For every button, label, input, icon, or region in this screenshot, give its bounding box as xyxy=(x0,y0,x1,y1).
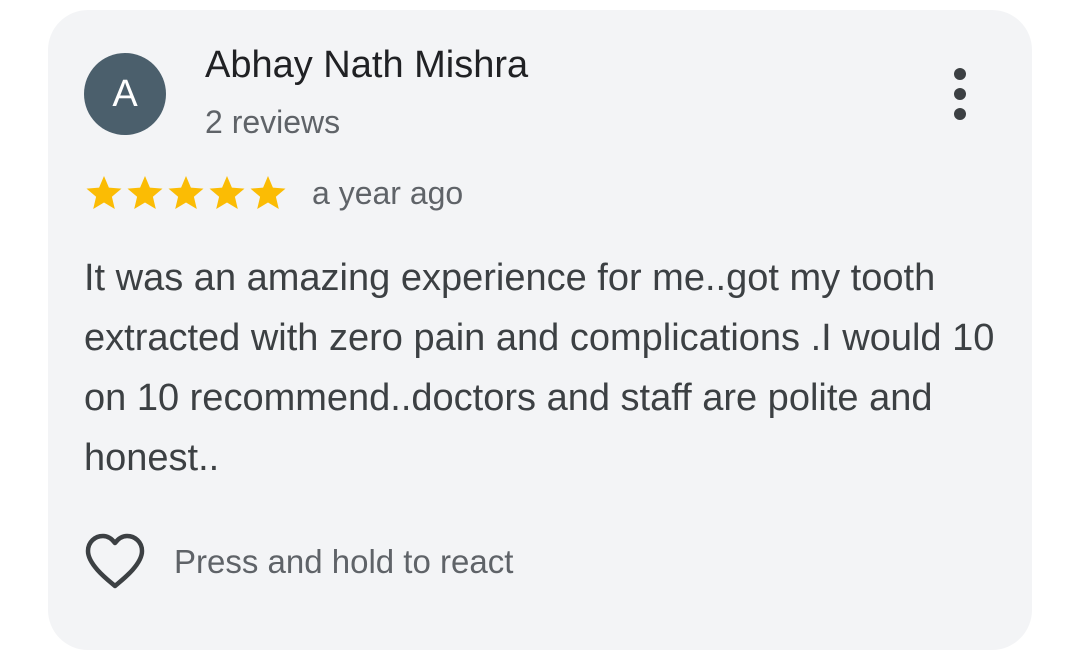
heart-outline-icon[interactable] xyxy=(84,533,146,591)
star-icon xyxy=(166,174,206,212)
more-vertical-icon-dot xyxy=(954,108,966,120)
more-options-button[interactable] xyxy=(938,62,982,126)
author-name[interactable]: Abhay Nath Mishra xyxy=(205,44,528,87)
star-rating xyxy=(84,174,288,212)
react-label: Press and hold to react xyxy=(174,543,514,580)
star-icon xyxy=(125,174,165,212)
react-row[interactable]: Press and hold to react xyxy=(84,532,513,592)
more-vertical-icon xyxy=(954,68,966,80)
star-icon xyxy=(84,174,124,212)
review-text: It was an amazing experience for me..got… xyxy=(84,257,995,479)
review-count: 2 reviews xyxy=(205,104,341,140)
avatar-initial: A xyxy=(112,72,138,115)
star-icon xyxy=(207,174,247,212)
star-icon xyxy=(248,174,288,212)
review-date: a year ago xyxy=(312,175,464,211)
more-vertical-icon-dot xyxy=(954,88,966,100)
avatar[interactable]: A xyxy=(84,53,166,135)
